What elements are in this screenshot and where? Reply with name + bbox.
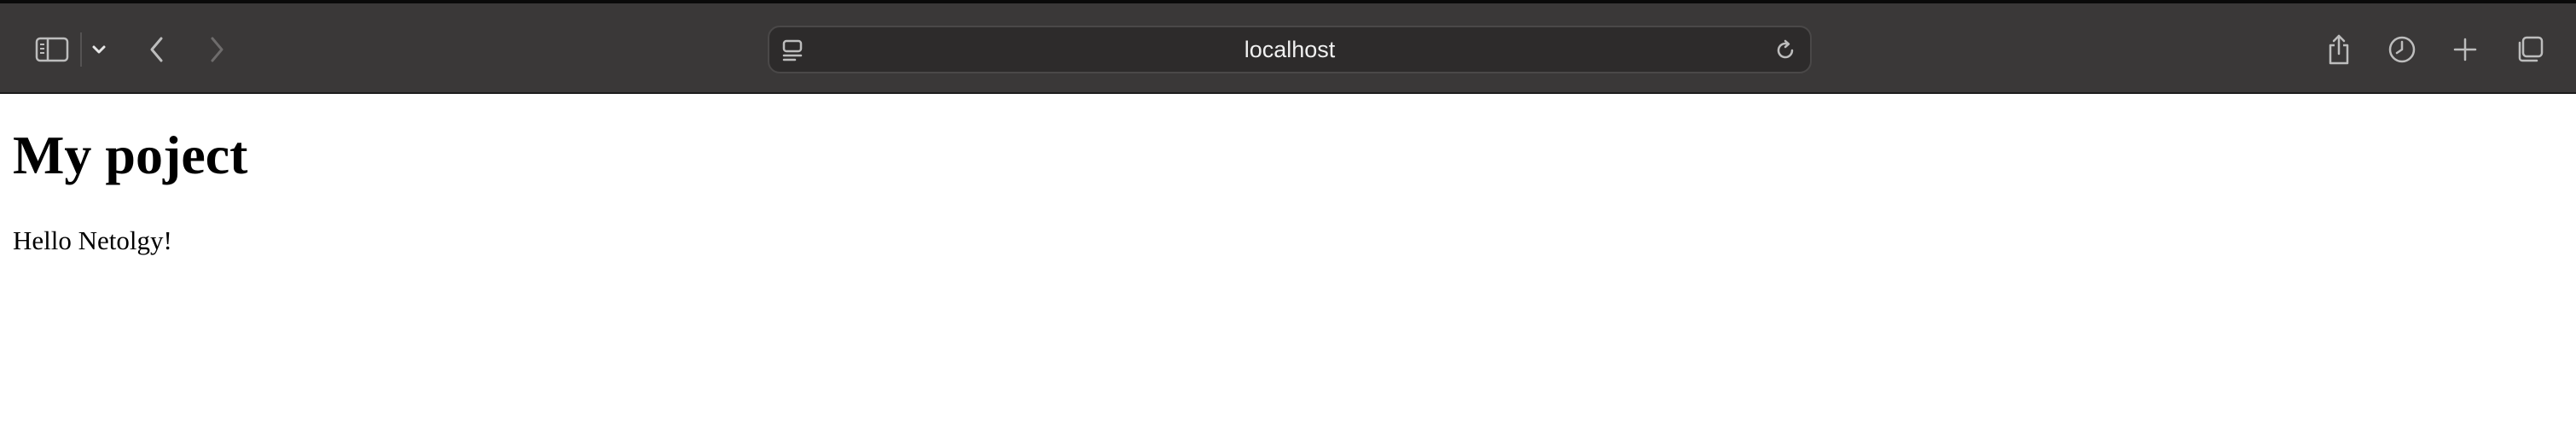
new-tab-icon[interactable] bbox=[2451, 36, 2479, 63]
back-icon[interactable] bbox=[143, 34, 171, 65]
tab-overview-icon[interactable] bbox=[2515, 34, 2545, 65]
reload-icon[interactable] bbox=[1772, 38, 1798, 63]
history-icon[interactable] bbox=[2387, 34, 2417, 65]
browser-toolbar: localhost bbox=[0, 0, 2576, 94]
share-icon[interactable] bbox=[2324, 32, 2354, 67]
page-paragraph: Hello Netolgy! bbox=[13, 225, 172, 255]
page-heading: My poject bbox=[13, 125, 248, 185]
url-text[interactable]: localhost bbox=[769, 27, 1810, 72]
chevron-down-icon[interactable] bbox=[89, 39, 109, 60]
page-content: My poject Hello Netolgy! bbox=[0, 94, 2576, 444]
forward-icon[interactable] bbox=[203, 34, 230, 65]
sidebar-icon[interactable] bbox=[32, 34, 72, 65]
toolbar-divider bbox=[80, 32, 82, 67]
address-bar[interactable]: localhost bbox=[768, 26, 1812, 73]
browser-window: localhost My poject Hello Netolgy! bbox=[0, 0, 2576, 444]
